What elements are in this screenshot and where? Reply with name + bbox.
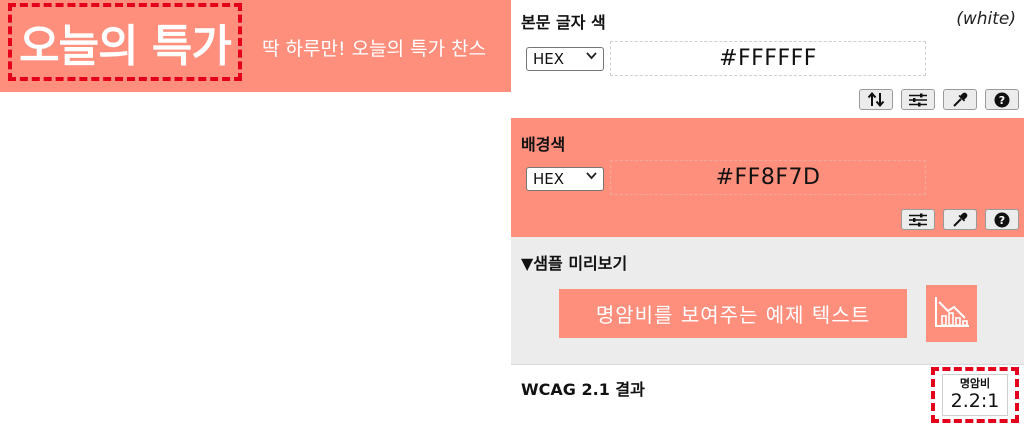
banner-preview: 오늘의 특가 딱 하루만! 오늘의 특가 찬스 — [0, 0, 511, 92]
sample-text-preview: 명암비를 보여주는 예제 텍스트 — [559, 289, 907, 338]
contrast-ratio-caption: 명암비 — [959, 377, 991, 390]
background-format-select[interactable]: HEX — [526, 167, 604, 191]
help-icon: ? — [994, 212, 1010, 228]
text-color-adjust-button[interactable] — [901, 89, 935, 110]
svg-text:?: ? — [999, 214, 1005, 227]
contrast-ratio-value: 2.2:1 — [950, 390, 1000, 412]
color-name-note: (white) — [956, 9, 1016, 29]
banner-subtitle: 딱 하루만! 오늘의 특가 찬스 — [262, 38, 487, 60]
text-color-label: 본문 글자 색 — [521, 13, 606, 32]
text-color-hex-input[interactable]: #FFFFFF — [610, 41, 926, 76]
background-color-label: 배경색 — [521, 135, 566, 154]
sample-preview-section: ▼샘플 미리보기 명암비를 보여주는 예제 텍스트 — [511, 237, 1024, 364]
sample-icon-preview — [926, 285, 977, 342]
swap-colors-button[interactable] — [859, 89, 893, 110]
text-color-format-value: HEX — [533, 50, 565, 68]
background-hex-input[interactable]: #FF8F7D — [610, 160, 926, 195]
help-icon: ? — [994, 92, 1010, 108]
text-color-help-button[interactable]: ? — [985, 89, 1019, 110]
wcag-result-label: WCAG 2.1 결과 — [521, 380, 645, 399]
text-color-section: 본문 글자 색 (white) HEX #FFFFFF ? — [511, 0, 1024, 118]
contrast-ratio-highlight: 명암비 2.2:1 — [931, 367, 1019, 423]
contrast-checker-panel: 본문 글자 색 (white) HEX #FFFFFF ? 배경색 HEX #F… — [511, 0, 1024, 428]
chevron-down-icon — [586, 172, 597, 183]
contrast-ratio-badge: 명암비 2.2:1 — [942, 374, 1008, 416]
swap-icon — [867, 92, 885, 107]
chevron-down-icon — [586, 52, 597, 63]
chart-icon — [934, 296, 970, 332]
svg-text:?: ? — [999, 94, 1005, 107]
eyedropper-icon — [952, 92, 968, 108]
background-eyedropper-button[interactable] — [943, 209, 977, 230]
text-color-eyedropper-button[interactable] — [943, 89, 977, 110]
background-adjust-button[interactable] — [901, 209, 935, 230]
wcag-result-section: WCAG 2.1 결과 명암비 2.2:1 — [511, 364, 1024, 428]
background-color-section: 배경색 HEX #FF8F7D ? — [511, 118, 1024, 237]
text-color-format-select[interactable]: HEX — [526, 47, 604, 71]
eyedropper-icon — [952, 212, 968, 228]
background-help-button[interactable]: ? — [985, 209, 1019, 230]
sample-preview-toggle[interactable]: ▼샘플 미리보기 — [521, 250, 627, 274]
background-format-value: HEX — [533, 170, 565, 188]
sliders-icon — [908, 213, 928, 227]
sliders-icon — [908, 93, 928, 107]
banner-title: 오늘의 특가 — [8, 3, 242, 81]
